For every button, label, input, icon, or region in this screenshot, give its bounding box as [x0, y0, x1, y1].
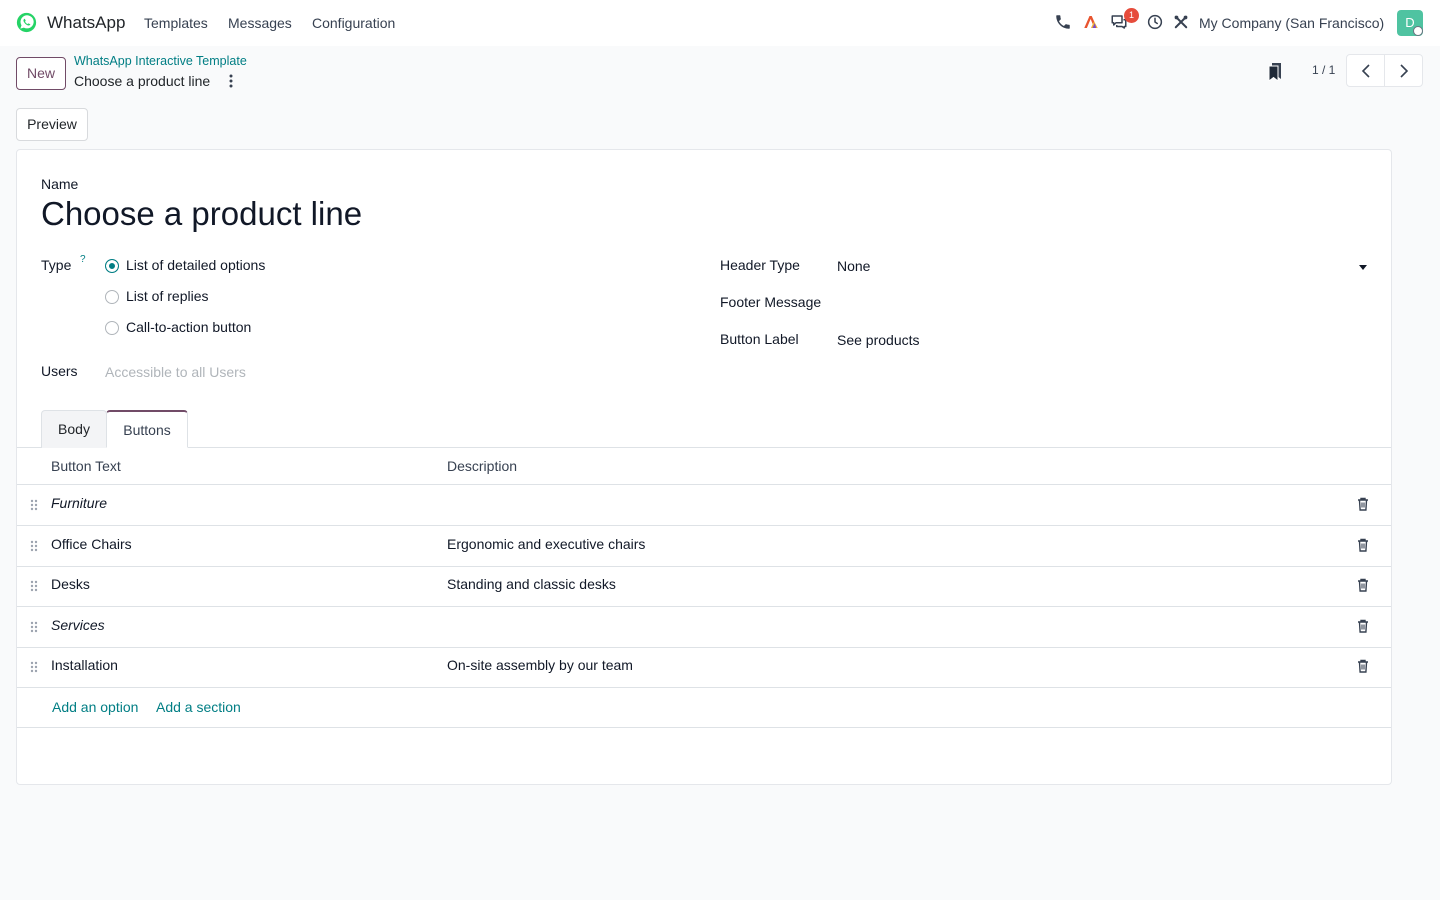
type-radio-detailed-options[interactable] — [105, 259, 119, 273]
table-divider — [17, 687, 1391, 688]
type-help-tooltip[interactable]: ? — [80, 254, 86, 265]
user-status-dot — [1413, 26, 1423, 36]
template-name-field[interactable]: Choose a product line — [41, 195, 362, 233]
tab-buttons[interactable]: Buttons — [106, 410, 188, 448]
drag-handle-icon[interactable] — [30, 621, 38, 633]
trash-icon[interactable] — [1357, 619, 1369, 633]
column-header-description[interactable]: Description — [447, 458, 517, 474]
dropdown-caret-icon[interactable] — [1359, 265, 1367, 270]
ai-assistant-icon[interactable] — [1082, 13, 1100, 31]
row-button-text[interactable]: Installation — [51, 657, 118, 673]
pager-next-button[interactable] — [1384, 54, 1423, 87]
form-sheet: Name Choose a product line Type ? List o… — [16, 149, 1392, 785]
new-button[interactable]: New — [16, 57, 66, 90]
menu-templates[interactable]: Templates — [144, 15, 208, 31]
users-label: Users — [41, 363, 78, 379]
pager-previous-button[interactable] — [1346, 54, 1385, 87]
chevron-left-icon — [1361, 63, 1370, 78]
row-button-text[interactable]: Services — [51, 617, 105, 633]
add-option-link[interactable]: Add an option — [52, 699, 138, 715]
row-button-text[interactable]: Office Chairs — [51, 536, 132, 552]
type-option-label[interactable]: List of replies — [126, 288, 208, 304]
trash-icon[interactable] — [1357, 538, 1369, 552]
bookmark-icon[interactable] — [1267, 61, 1283, 81]
table-row[interactable] — [17, 648, 1391, 688]
row-description[interactable]: Standing and classic desks — [447, 576, 616, 592]
pager-value[interactable]: 1 / 1 — [1312, 63, 1335, 77]
type-radio-replies[interactable] — [105, 290, 119, 304]
trash-icon[interactable] — [1357, 497, 1369, 511]
type-label: Type — [41, 257, 72, 273]
company-switcher[interactable]: My Company (San Francisco) — [1199, 15, 1384, 31]
trash-icon[interactable] — [1357, 659, 1369, 673]
phone-icon[interactable] — [1054, 13, 1072, 31]
type-option-label[interactable]: Call-to-action button — [126, 319, 251, 335]
app-name[interactable]: WhatsApp — [47, 13, 125, 33]
top-navbar: WhatsApp Templates Messages Configuratio… — [0, 0, 1440, 46]
clock-icon[interactable] — [1146, 13, 1164, 31]
whatsapp-logo-icon[interactable] — [16, 12, 37, 33]
footer-message-label: Footer Message — [720, 294, 822, 310]
drag-handle-icon[interactable] — [30, 580, 38, 592]
table-row[interactable] — [17, 526, 1391, 566]
table-divider — [17, 727, 1391, 728]
breadcrumb-parent-link[interactable]: WhatsApp Interactive Template — [74, 54, 247, 68]
breadcrumb-current: Choose a product line — [74, 73, 211, 89]
column-header-button-text[interactable]: Button Text — [51, 458, 121, 474]
header-type-select[interactable]: None — [837, 258, 870, 274]
tab-body[interactable]: Body — [41, 410, 107, 448]
drag-handle-icon[interactable] — [30, 661, 38, 673]
row-button-text[interactable]: Desks — [51, 576, 90, 592]
menu-messages[interactable]: Messages — [228, 15, 292, 31]
menu-configuration[interactable]: Configuration — [312, 15, 395, 31]
row-description[interactable]: Ergonomic and executive chairs — [447, 536, 645, 552]
notification-badge: 1 — [1124, 8, 1139, 23]
tabs-divider — [17, 447, 1391, 448]
type-radio-call-to-action[interactable] — [105, 321, 119, 335]
button-label-label: Button Label — [720, 331, 799, 347]
chevron-right-icon — [1399, 63, 1408, 78]
actions-menu-icon[interactable] — [224, 73, 238, 89]
table-row-section[interactable] — [17, 485, 1391, 525]
tools-icon[interactable] — [1172, 13, 1190, 31]
type-option-label[interactable]: List of detailed options — [126, 257, 265, 273]
add-section-link[interactable]: Add a section — [156, 699, 241, 715]
row-button-text[interactable]: Furniture — [51, 495, 107, 511]
preview-button[interactable]: Preview — [16, 108, 88, 141]
row-description[interactable]: On-site assembly by our team — [447, 657, 633, 673]
drag-handle-icon[interactable] — [30, 540, 38, 552]
name-label: Name — [41, 176, 79, 192]
users-input[interactable]: Accessible to all Users — [105, 364, 246, 380]
table-row[interactable] — [17, 567, 1391, 607]
header-type-label: Header Type — [720, 257, 800, 273]
drag-handle-icon[interactable] — [30, 499, 38, 511]
trash-icon[interactable] — [1357, 578, 1369, 592]
table-row-section[interactable] — [17, 607, 1391, 647]
button-label-input[interactable]: See products — [837, 332, 920, 348]
footer-message-input[interactable] — [837, 290, 1367, 314]
